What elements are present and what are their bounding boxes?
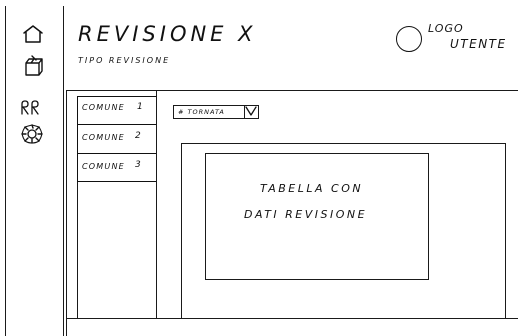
- review-type-label: TIPO REVISIONE: [78, 56, 171, 65]
- list-item[interactable]: COMUNE 2: [77, 125, 156, 154]
- left-border: [5, 6, 6, 336]
- comune-number: 1: [137, 102, 144, 112]
- chevron-down-icon[interactable]: [244, 105, 259, 119]
- comune-list-left: [77, 182, 78, 318]
- comune-list-right: [156, 90, 157, 318]
- comune-label: COMUNE: [82, 133, 125, 142]
- comune-number: 3: [135, 160, 142, 170]
- comune-label: COMUNE: [82, 162, 125, 171]
- box-icon[interactable]: [22, 55, 46, 77]
- user-avatar[interactable]: [396, 26, 422, 52]
- table-frame-left: [181, 143, 182, 318]
- comune-number: 2: [135, 131, 142, 141]
- user-logo-line2: UTENTE: [450, 37, 507, 51]
- content-frame-left: [66, 90, 67, 336]
- table-placeholder-line2: DATI REVISIONE: [244, 208, 368, 221]
- sidebar-divider: [63, 6, 64, 336]
- comune-label: COMUNE: [82, 103, 125, 112]
- table-frame-right: [505, 143, 506, 318]
- list-item[interactable]: COMUNE 1: [77, 96, 156, 125]
- content-frame-top: [66, 90, 518, 91]
- table-frame-top: [181, 143, 505, 144]
- people-icon[interactable]: [20, 100, 42, 116]
- gear-icon[interactable]: [20, 123, 44, 145]
- content-frame-bottom: [66, 318, 518, 319]
- home-icon[interactable]: [22, 24, 44, 44]
- page-title: REVISIONE X: [78, 22, 257, 46]
- table-placeholder-line1: TABELLA CON: [260, 182, 364, 195]
- list-item[interactable]: COMUNE 3: [77, 154, 156, 182]
- user-logo-line1: LOGO: [428, 22, 464, 35]
- tornata-select-value: # TORNATA: [178, 108, 225, 116]
- data-table[interactable]: TABELLA CON DATI REVISIONE: [205, 153, 429, 280]
